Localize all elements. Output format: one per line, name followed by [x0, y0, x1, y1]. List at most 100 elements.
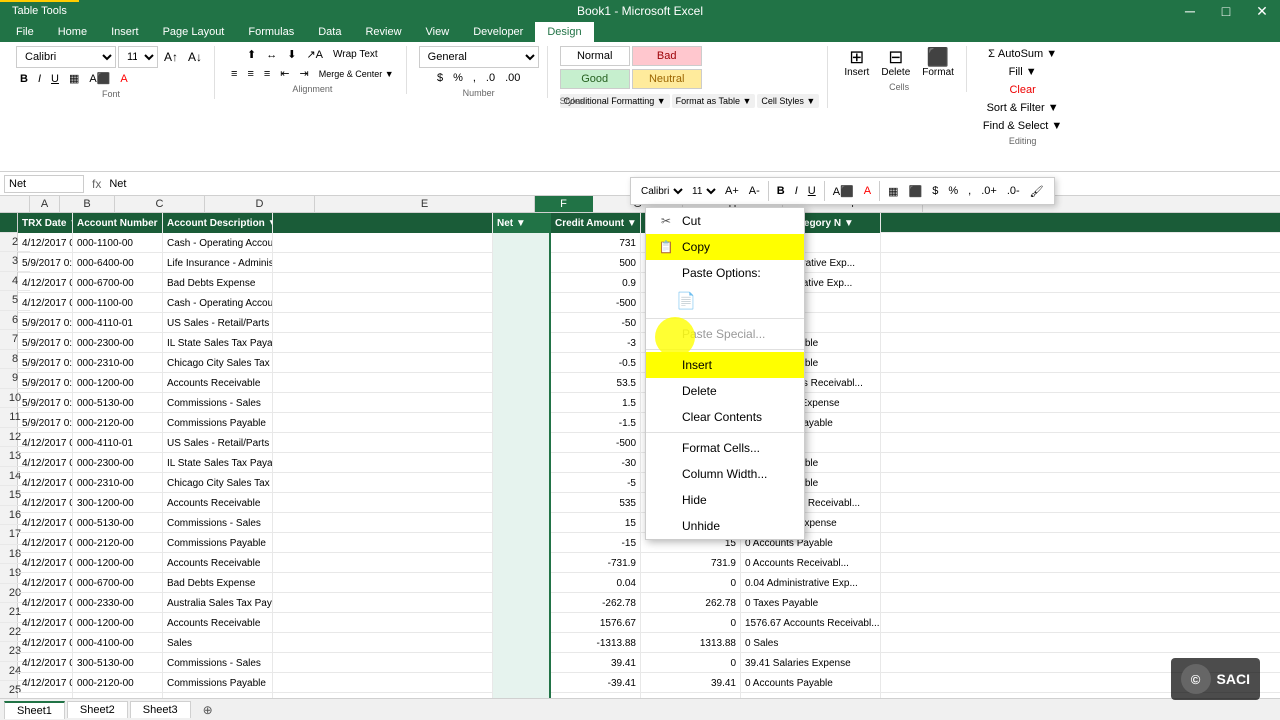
col-header-A[interactable]: A — [30, 196, 60, 212]
ribbon-tab-design[interactable]: Design — [535, 22, 593, 42]
mini-comma[interactable]: , — [964, 183, 975, 199]
col-header-E[interactable]: E — [315, 196, 535, 212]
mini-font-color[interactable]: A — [860, 183, 875, 199]
cell-net[interactable] — [493, 373, 551, 393]
mini-increase-font[interactable]: A+ — [721, 183, 743, 199]
mini-currency[interactable]: $ — [928, 183, 942, 199]
cell-net[interactable] — [493, 633, 551, 653]
table-row[interactable]: 4/12/2017 0:00 300-5130-00 Commissions -… — [18, 653, 1280, 673]
context-menu-copy[interactable]: 📋 Copy — [646, 234, 804, 260]
context-menu-unhide[interactable]: Unhide — [646, 513, 804, 539]
table-row[interactable]: 4/12/2017 0:00 000-6700-00 Bad Debts Exp… — [18, 573, 1280, 593]
cell-net[interactable] — [493, 273, 551, 293]
cell-net[interactable] — [493, 353, 551, 373]
fill-color-button[interactable]: A⬛ — [85, 70, 114, 87]
cell-styles-button[interactable]: Cell Styles ▼ — [757, 94, 819, 108]
cell-net[interactable] — [493, 613, 551, 633]
cell-net[interactable] — [493, 253, 551, 273]
table-tools-tab[interactable]: Table Tools — [0, 0, 79, 20]
ribbon-tab-pagelayout[interactable]: Page Layout — [151, 22, 237, 42]
decrease-font-button[interactable]: A↓ — [184, 48, 206, 66]
fill-button[interactable]: Fill ▼ — [1005, 64, 1041, 80]
font-name-dropdown[interactable]: Calibri — [16, 46, 116, 68]
ribbon-tab-developer[interactable]: Developer — [461, 22, 535, 42]
mini-fill-color[interactable]: A⬛ — [829, 183, 858, 200]
mini-bold[interactable]: B — [773, 183, 789, 199]
border-button[interactable]: ▦ — [65, 70, 83, 87]
style-bad[interactable]: Bad — [632, 46, 702, 66]
col-header-F[interactable]: F — [535, 196, 593, 212]
align-bottom-button[interactable]: ⬇ — [283, 46, 300, 63]
context-menu-clear-contents[interactable]: Clear Contents — [646, 404, 804, 430]
style-normal[interactable]: Normal — [560, 46, 630, 66]
orientation-button[interactable]: ↗A — [302, 46, 327, 63]
underline-button[interactable]: U — [47, 71, 63, 87]
autosum-button[interactable]: Σ AutoSum ▼ — [984, 46, 1061, 62]
context-menu-hide[interactable]: Hide — [646, 487, 804, 513]
mini-dec-inc[interactable]: .0+ — [977, 183, 1001, 199]
indent-inc-button[interactable]: ⇥ — [296, 65, 313, 82]
cell-net[interactable] — [493, 513, 551, 533]
mini-percent[interactable]: % — [944, 183, 962, 199]
context-menu-col-width[interactable]: Column Width... — [646, 461, 804, 487]
font-size-dropdown[interactable]: 11 — [118, 46, 158, 68]
sheet-tab-2[interactable]: Sheet2 — [67, 701, 128, 718]
table-row[interactable]: 4/12/2017 0:00 000-1200-00 Accounts Rece… — [18, 553, 1280, 573]
close-button[interactable]: ✕ — [1244, 0, 1280, 22]
ribbon-tab-review[interactable]: Review — [353, 22, 413, 42]
ribbon-tab-insert[interactable]: Insert — [99, 22, 151, 42]
format-button[interactable]: ⬛ Format — [918, 46, 958, 80]
sort-filter-button[interactable]: Sort & Filter ▼ — [983, 100, 1063, 116]
wrap-text-button[interactable]: Wrap Text — [329, 46, 382, 63]
sheet-tab-1[interactable]: Sheet1 — [4, 701, 65, 719]
ribbon-tab-formulas[interactable]: Formulas — [236, 22, 306, 42]
format-as-table-button[interactable]: Format as Table ▼ — [672, 94, 756, 108]
cell-net[interactable] — [493, 593, 551, 613]
align-left-button[interactable]: ≡ — [227, 65, 241, 82]
mini-border[interactable]: ▦ — [884, 183, 902, 200]
cell-net[interactable] — [493, 333, 551, 353]
decrease-decimal-button[interactable]: .00 — [501, 70, 524, 86]
cell-net[interactable] — [493, 573, 551, 593]
insert-button[interactable]: ⊞ Insert — [840, 46, 873, 80]
ribbon-tab-file[interactable]: File — [4, 22, 46, 42]
table-row[interactable]: 4/12/2017 0:00 000-2330-00 Australia Sal… — [18, 593, 1280, 613]
cell-net[interactable] — [493, 653, 551, 673]
cell-net[interactable] — [493, 673, 551, 693]
increase-decimal-button[interactable]: .0 — [482, 70, 499, 86]
mini-size-dropdown[interactable]: 11 — [688, 185, 719, 198]
mini-decrease-font[interactable]: A- — [745, 183, 764, 199]
mini-paintbrush[interactable]: 🖌 — [1026, 183, 1048, 200]
context-menu-cut[interactable]: ✂ Cut — [646, 208, 804, 234]
number-format-dropdown[interactable]: General — [419, 46, 539, 68]
maximize-button[interactable]: □ — [1208, 0, 1244, 22]
cell-net[interactable] — [493, 433, 551, 453]
name-box[interactable] — [4, 175, 84, 193]
cell-net[interactable] — [493, 553, 551, 573]
clear-button[interactable]: Clear — [1005, 82, 1039, 98]
table-row[interactable]: 4/12/2017 0:00 000-2120-00 Commissions P… — [18, 673, 1280, 693]
context-menu-paste-icon-row[interactable]: 📄 — [646, 286, 804, 316]
bold-button[interactable]: B — [16, 71, 32, 87]
cell-net[interactable] — [493, 493, 551, 513]
indent-dec-button[interactable]: ⇤ — [276, 65, 293, 82]
mini-underline[interactable]: U — [804, 183, 820, 199]
table-row[interactable]: 4/12/2017 0:00 000-4100-00 Sales -1313.8… — [18, 633, 1280, 653]
context-menu-delete[interactable]: Delete — [646, 378, 804, 404]
mini-italic[interactable]: I — [791, 183, 802, 199]
ribbon-tab-view[interactable]: View — [414, 22, 462, 42]
col-header-D[interactable]: D — [205, 196, 315, 212]
style-neutral[interactable]: Neutral — [632, 69, 702, 89]
align-center-button[interactable]: ≡ — [243, 65, 257, 82]
mini-font-dropdown[interactable]: Calibri — [637, 185, 686, 198]
ribbon-tab-home[interactable]: Home — [46, 22, 99, 42]
minimize-button[interactable]: ─ — [1172, 0, 1208, 22]
cell-net[interactable] — [493, 313, 551, 333]
cell-net[interactable] — [493, 393, 551, 413]
mini-merge[interactable]: ⬛ — [905, 183, 927, 200]
merge-center-button[interactable]: Merge & Center ▼ — [315, 65, 398, 82]
find-select-button[interactable]: Find & Select ▼ — [979, 118, 1066, 134]
ribbon-tab-data[interactable]: Data — [306, 22, 353, 42]
delete-button[interactable]: ⊟ Delete — [877, 46, 914, 80]
italic-button[interactable]: I — [34, 71, 45, 87]
